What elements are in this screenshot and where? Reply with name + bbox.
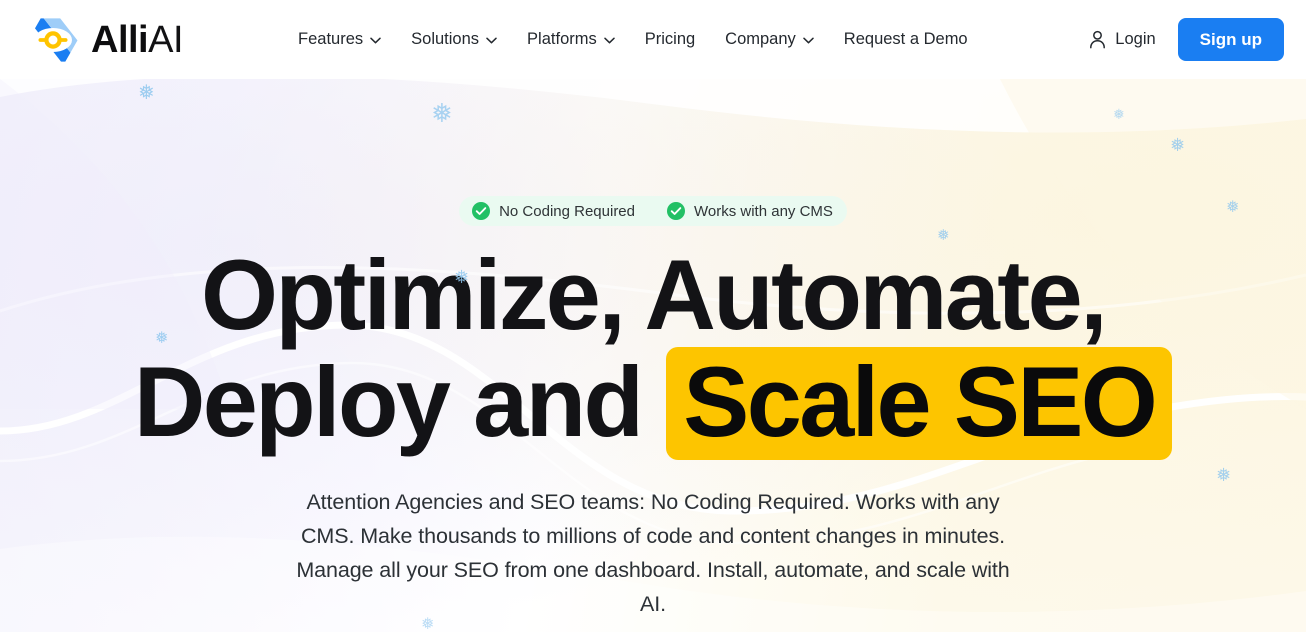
nav-item-request-a-demo[interactable]: Request a Demo	[829, 22, 983, 57]
snowflake-icon: ❅	[431, 98, 453, 128]
main-navigation: Features Solutions Platforms Pricing Com…	[283, 22, 983, 57]
headline-highlight-text: Scale SEO	[666, 346, 1173, 460]
nav-item-company[interactable]: Company	[710, 22, 829, 57]
snowflake-icon: ❅	[138, 82, 155, 104]
nav-label: Company	[725, 30, 796, 48]
nav-item-features[interactable]: Features	[283, 22, 396, 57]
allai-hexagon-logo-icon	[24, 15, 82, 65]
snowflake-icon: ❅	[454, 267, 470, 287]
hero-section: No Coding Required Works with any CMS Op…	[0, 79, 1306, 632]
nav-item-solutions[interactable]: Solutions	[396, 22, 512, 57]
nav-item-platforms[interactable]: Platforms	[512, 22, 630, 57]
signup-button[interactable]: Sign up	[1177, 18, 1284, 61]
hero-content: No Coding Required Works with any CMS Op…	[0, 79, 1306, 632]
hero-headline: Optimize, Automate, Deploy and Scale SEO	[133, 239, 1173, 460]
badge-label: Works with any CMS	[694, 202, 833, 220]
chevron-down-icon	[603, 37, 615, 44]
login-label: Login	[1115, 30, 1156, 48]
brand-name-bold: Alli	[91, 18, 149, 61]
user-person-icon	[1089, 30, 1106, 49]
nav-item-pricing[interactable]: Pricing	[630, 22, 710, 57]
snowflake-icon: ❅	[421, 616, 435, 632]
nav-label: Request a Demo	[843, 30, 968, 48]
brand-name-light: AI	[148, 18, 184, 61]
login-button[interactable]: Login	[1085, 24, 1159, 55]
brand-wordmark: Alli AI	[91, 18, 184, 61]
nav-label: Solutions	[411, 30, 480, 48]
site-header: Alli AI Features Solutions Platforms Pric…	[0, 0, 1306, 79]
chevron-down-icon	[803, 37, 814, 44]
chevron-down-icon	[370, 37, 381, 44]
nav-label: Pricing	[644, 30, 696, 48]
check-circle-icon	[472, 202, 491, 220]
snowflake-icon: ❅	[155, 330, 169, 347]
nav-label: Features	[298, 30, 364, 48]
brand-logo-link[interactable]: Alli AI	[24, 15, 184, 65]
snowflake-icon: ❅	[1113, 106, 1125, 122]
headline-plain-text: Deploy and	[133, 345, 644, 457]
hero-badges: No Coding Required Works with any CMS	[459, 196, 847, 226]
hero-subtext: Attention Agencies and SEO teams: No Cod…	[296, 489, 1010, 616]
nav-label: Platforms	[527, 30, 597, 48]
headline-line-1: Optimize, Automate,	[200, 239, 1108, 350]
badge-no-coding-required: No Coding Required	[459, 196, 651, 226]
snowflake-icon: ❅	[1216, 465, 1232, 485]
badge-works-with-any-cms: Works with any CMS	[651, 196, 847, 226]
check-circle-icon	[667, 202, 685, 220]
header-actions: Login Sign up	[1085, 18, 1284, 61]
snowflake-icon: ❅	[1170, 135, 1186, 155]
chevron-down-icon	[486, 37, 497, 44]
snowflake-icon: ❅	[937, 227, 950, 244]
badge-label: No Coding Required	[499, 202, 635, 220]
headline-line-2: Deploy and Scale SEO	[133, 345, 1173, 460]
snowflake-icon: ❅	[1226, 199, 1240, 216]
